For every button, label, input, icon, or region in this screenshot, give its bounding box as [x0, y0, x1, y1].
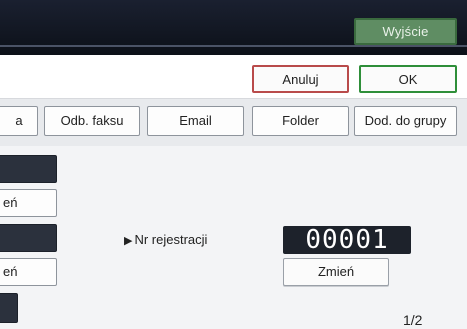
- page-indicator: 1/2: [403, 312, 423, 328]
- tab-partial-label: a: [15, 113, 23, 128]
- tab-add-to-group[interactable]: Dod. do grupy: [354, 106, 457, 136]
- ok-button[interactable]: OK: [359, 65, 457, 93]
- cancel-button[interactable]: Anuluj: [252, 65, 349, 93]
- left-change-button-2[interactable]: eń: [0, 258, 57, 286]
- change-registration-button[interactable]: Zmień: [283, 258, 389, 286]
- left-change-label-2: eń: [3, 264, 18, 279]
- registration-label: ▶ Nr rejestracji: [124, 232, 244, 250]
- exit-button[interactable]: Wyjście: [354, 18, 457, 45]
- left-field-1[interactable]: [0, 155, 57, 183]
- tab-email[interactable]: Email: [147, 106, 244, 136]
- left-field-3[interactable]: [0, 293, 18, 323]
- registration-label-text: Nr rejestracji: [134, 232, 208, 247]
- tab-fax-receive[interactable]: Odb. faksu: [44, 106, 140, 136]
- tab-folder[interactable]: Folder: [252, 106, 349, 136]
- left-field-2[interactable]: [0, 224, 57, 252]
- left-change-button-1[interactable]: eń: [0, 189, 57, 217]
- pointer-right-icon: ▶: [124, 235, 133, 247]
- tab-partial[interactable]: a: [0, 106, 38, 136]
- left-change-label-1: eń: [3, 195, 18, 210]
- top-bar-rule: [0, 45, 467, 47]
- registration-number: 00001: [283, 226, 411, 254]
